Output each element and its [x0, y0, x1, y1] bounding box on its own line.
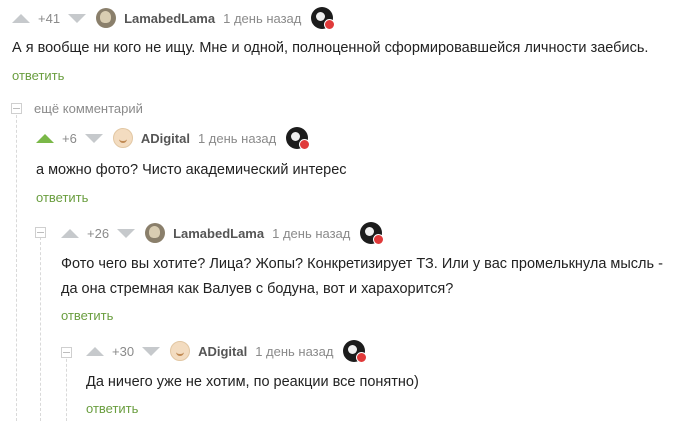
author-badge-icon[interactable] — [343, 340, 368, 363]
comment-username[interactable]: LamabedLama — [124, 11, 215, 26]
comment-text: А я вообще ни кого не ищу. Мне и одной, … — [12, 40, 649, 56]
author-badge-icon[interactable] — [311, 7, 336, 30]
upvote-arrow-icon[interactable] — [36, 133, 54, 143]
reply-link[interactable]: ответить — [61, 308, 113, 323]
comment-header: +26 LamabedLama 1 день назад — [61, 222, 385, 245]
comment-timestamp[interactable]: 1 день назад — [255, 344, 333, 359]
comment-timestamp[interactable]: 1 день назад — [223, 11, 301, 26]
collapse-thread-icon[interactable] — [35, 227, 46, 238]
downvote-arrow-icon[interactable] — [117, 228, 136, 238]
comment-text-line: Фото чего вы хотите? Лица? Жопы? Конкрет… — [61, 256, 663, 272]
comment-header: +41 LamabedLama 1 день назад — [12, 7, 336, 30]
user-avatar[interactable] — [112, 128, 133, 148]
collapse-thread-icon[interactable] — [61, 347, 72, 358]
comment-header: +30 ADigital 1 день назад — [86, 340, 368, 363]
comment-username[interactable]: ADigital — [141, 131, 190, 146]
comment-text: Да ничего уже не хотим, по реакции все п… — [86, 374, 419, 390]
thread-line — [40, 232, 41, 421]
thread-line — [16, 110, 17, 421]
user-avatar[interactable] — [170, 341, 191, 361]
downvote-arrow-icon[interactable] — [84, 133, 103, 143]
downvote-arrow-icon[interactable] — [142, 346, 161, 356]
comment-header: +6 ADigital 1 день назад — [36, 127, 311, 150]
comment-rating: +41 — [38, 10, 61, 26]
comment-rating: +30 — [112, 343, 135, 359]
reply-link[interactable]: ответить — [86, 401, 138, 416]
comment-username[interactable]: ADigital — [198, 344, 247, 359]
reply-link[interactable]: ответить — [12, 68, 64, 83]
comment-rating: +6 — [62, 130, 77, 146]
comment-username[interactable]: LamabedLama — [173, 226, 264, 241]
user-avatar[interactable] — [145, 223, 166, 243]
more-comments-link[interactable]: ещё комментарий — [34, 101, 143, 116]
author-badge-icon[interactable] — [286, 127, 311, 150]
comment-text: а можно фото? Чисто академический интере… — [36, 162, 347, 178]
upvote-arrow-icon[interactable] — [61, 228, 79, 238]
upvote-arrow-icon[interactable] — [86, 346, 104, 356]
upvote-arrow-icon[interactable] — [12, 13, 30, 23]
downvote-arrow-icon[interactable] — [68, 13, 87, 23]
collapse-thread-icon[interactable] — [11, 103, 22, 114]
comment-text-line: да она стремная как Валуев с бодуна, вот… — [61, 281, 454, 297]
thread-line — [66, 354, 67, 421]
comment-timestamp[interactable]: 1 день назад — [198, 131, 276, 146]
author-badge-icon[interactable] — [360, 222, 385, 245]
comment-rating: +26 — [87, 225, 110, 241]
user-avatar[interactable] — [96, 8, 117, 28]
comment-timestamp[interactable]: 1 день назад — [272, 226, 350, 241]
reply-link[interactable]: ответить — [36, 190, 88, 205]
